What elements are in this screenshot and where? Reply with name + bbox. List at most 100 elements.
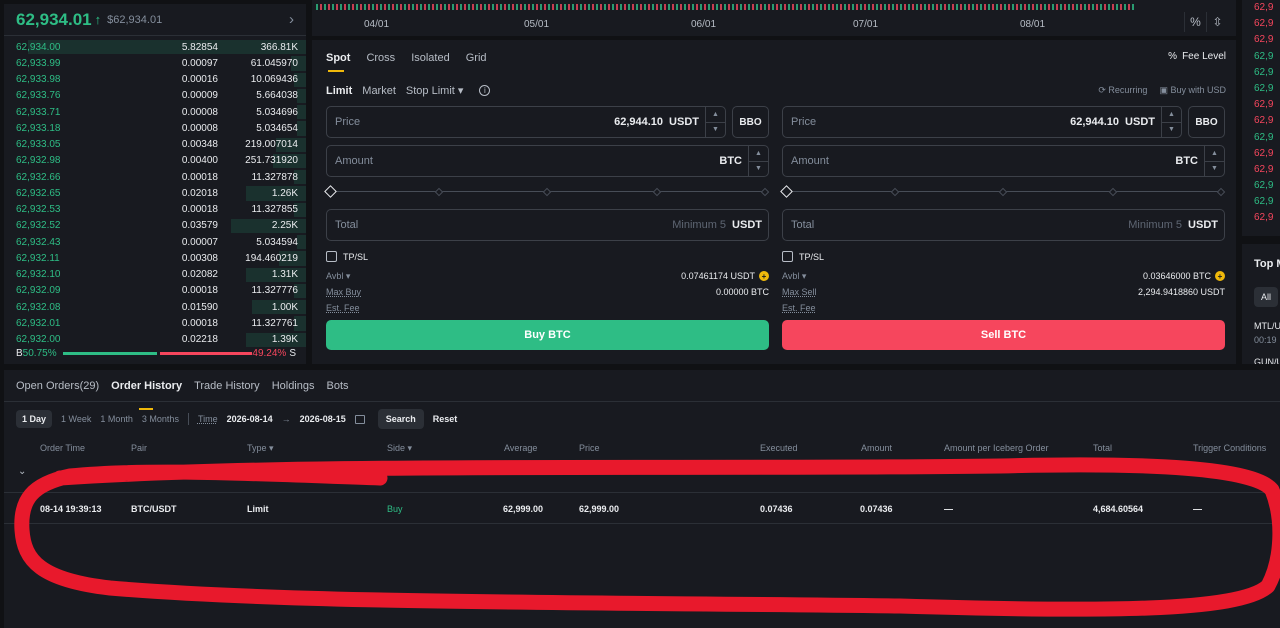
tab-grid[interactable]: Grid [466,52,487,64]
info-icon[interactable]: i [479,85,491,96]
step-down-icon[interactable]: ▼ [1205,160,1224,177]
step-up-icon[interactable]: ▲ [706,107,725,122]
order-book-row[interactable]: 62,933.98 0.00016 10.069436 [4,72,306,88]
max-sell-label[interactable]: Max Sell [782,287,817,297]
price-chart[interactable]: 04/01 05/01 06/01 07/01 08/01 % ⇳ [312,0,1236,36]
order-book-row[interactable]: 62,933.18 0.00008 5.034654 [4,120,306,136]
step-down-icon[interactable]: ▼ [1162,121,1181,138]
tab-stop-limit[interactable]: Stop Limit ▾ [406,84,464,97]
step-up-icon[interactable]: ▲ [1162,107,1181,122]
step-down-icon[interactable]: ▼ [749,160,768,177]
est-fee-label[interactable]: Est. Fee [782,303,816,313]
buy-bbo-button[interactable]: BBO [732,106,769,138]
range-1-week[interactable]: 1 Week [61,414,91,424]
range-3-months[interactable]: 3 Months [142,414,179,424]
slider-tick[interactable] [1216,187,1226,197]
buy-amount-stepper[interactable]: ▲ ▼ [748,146,768,176]
buy-price-value[interactable]: 62,944.10 [614,116,663,128]
auto-scale-icon[interactable]: ⇳ [1206,12,1228,32]
sell-price-field[interactable]: Price 62,944.10 USDT ▲ ▼ [782,106,1182,138]
sell-price-value[interactable]: 62,944.10 [1070,116,1119,128]
add-funds-icon[interactable]: + [1215,271,1225,281]
order-book-row[interactable]: 62,932.65 0.02018 1.26K [4,185,306,201]
step-up-icon[interactable]: ▲ [1205,146,1224,161]
buy-amount-field[interactable]: Amount BTC ▲ ▼ [326,145,769,177]
order-book-row[interactable]: 62,932.66 0.00018 11.327878 [4,169,306,185]
order-book-row[interactable]: 62,932.08 0.01590 1.00K [4,299,306,315]
tpsl-checkbox[interactable] [782,251,793,262]
slider-handle[interactable] [324,185,337,198]
buy-button[interactable]: Buy BTC [326,320,769,350]
mover-pair[interactable]: MTL/U [1242,307,1280,331]
date-from-input[interactable]: 2026-08-14 [227,414,273,424]
tab-order-history[interactable]: Order History [111,380,182,410]
range-1-month[interactable]: 1 Month [100,414,133,424]
buy-total-field[interactable]: Total Minimum 5 USDT [326,209,769,241]
avbl-caret-icon[interactable]: ▾ [343,271,351,282]
sell-amount-field[interactable]: Amount BTC ▲ ▼ [782,145,1225,177]
tab-isolated[interactable]: Isolated [411,52,450,64]
step-down-icon[interactable]: ▼ [706,121,725,138]
more-chevron-icon[interactable]: › [289,11,294,28]
order-book-row[interactable]: 62,932.52 0.03579 2.25K [4,218,306,234]
date-to-input[interactable]: 2026-08-15 [300,414,346,424]
sell-amount-stepper[interactable]: ▲ ▼ [1204,146,1224,176]
slider-tick[interactable] [890,187,900,197]
collapse-chevron-icon[interactable]: ⌄ [18,466,26,477]
order-book-row[interactable]: 62,932.09 0.00018 11.327776 [4,283,306,299]
order-book-row[interactable]: 62,932.10 0.02082 1.31K [4,267,306,283]
est-fee-label[interactable]: Est. Fee [326,303,360,313]
max-buy-label[interactable]: Max Buy [326,287,361,297]
slider-handle[interactable] [780,185,793,198]
buy-with-usd-button[interactable]: ▣ Buy with USD [1159,85,1226,96]
order-book-row[interactable]: 62,933.76 0.00009 5.664038 [4,88,306,104]
tab-limit[interactable]: Limit [326,85,352,97]
tab-bots[interactable]: Bots [327,380,349,401]
sell-button[interactable]: Sell BTC [782,320,1225,350]
sell-total-field[interactable]: Total Minimum 5 USDT [782,209,1225,241]
order-book-row[interactable]: 62,932.53 0.00018 11.327855 [4,202,306,218]
slider-tick[interactable] [652,187,662,197]
table-row[interactable]: 08-14 19:39:13 BTC/USDT Limit Buy 62,999… [4,492,1280,524]
order-book-row[interactable]: 62,932.11 0.00308 194.460219 [4,250,306,266]
order-book-row[interactable]: 62,933.71 0.00008 5.034696 [4,104,306,120]
order-book-row[interactable]: 62,932.01 0.00018 11.327761 [4,315,306,331]
buy-price-field[interactable]: Price 62,944.10 USDT ▲ ▼ [326,106,726,138]
range-1-day[interactable]: 1 Day [16,410,53,428]
order-book-row[interactable]: 62,933.99 0.00097 61.045970 [4,55,306,71]
reset-button[interactable]: Reset [433,414,458,424]
tab-open-orders[interactable]: Open Orders(29) [16,380,99,401]
fee-level-link[interactable]: % Fee Level [1168,51,1226,62]
order-book-row[interactable]: 62,934.00 5.82854 366.81K [4,39,306,55]
slider-tick[interactable] [542,187,552,197]
sell-amount-slider[interactable] [780,184,1226,200]
col-side[interactable]: Side ▾ [387,443,412,454]
tab-cross[interactable]: Cross [366,52,395,64]
recurring-button[interactable]: ⟳ Recurring [1098,85,1147,96]
buy-price-stepper[interactable]: ▲ ▼ [705,107,725,137]
sell-tpsl-toggle[interactable]: TP/SL [782,251,1225,262]
order-book-row[interactable]: 62,932.43 0.00007 5.034594 [4,234,306,250]
tab-trade-history[interactable]: Trade History [194,380,260,401]
slider-tick[interactable] [1108,187,1118,197]
avbl-caret-icon[interactable]: ▾ [799,271,807,282]
tab-spot[interactable]: Spot [326,52,350,72]
buy-amount-slider[interactable] [324,184,770,200]
add-funds-icon[interactable]: + [759,271,769,281]
search-button[interactable]: Search [377,409,424,429]
sell-price-stepper[interactable]: ▲ ▼ [1161,107,1181,137]
order-book-row[interactable]: 62,933.05 0.00348 219.007014 [4,137,306,153]
slider-tick[interactable] [434,187,444,197]
slider-tick[interactable] [760,187,770,197]
percent-scale-button[interactable]: % [1184,12,1206,32]
step-up-icon[interactable]: ▲ [749,146,768,161]
mover-pair[interactable]: GUN/U [1242,345,1280,364]
tab-holdings[interactable]: Holdings [272,380,315,401]
calendar-icon[interactable] [354,414,365,424]
tab-market[interactable]: Market [362,85,396,97]
order-book-row[interactable]: 62,932.98 0.00400 251.731920 [4,153,306,169]
top-movers-all-chip[interactable]: All [1254,287,1278,307]
slider-tick[interactable] [998,187,1008,197]
sell-bbo-button[interactable]: BBO [1188,106,1225,138]
tpsl-checkbox[interactable] [326,251,337,262]
